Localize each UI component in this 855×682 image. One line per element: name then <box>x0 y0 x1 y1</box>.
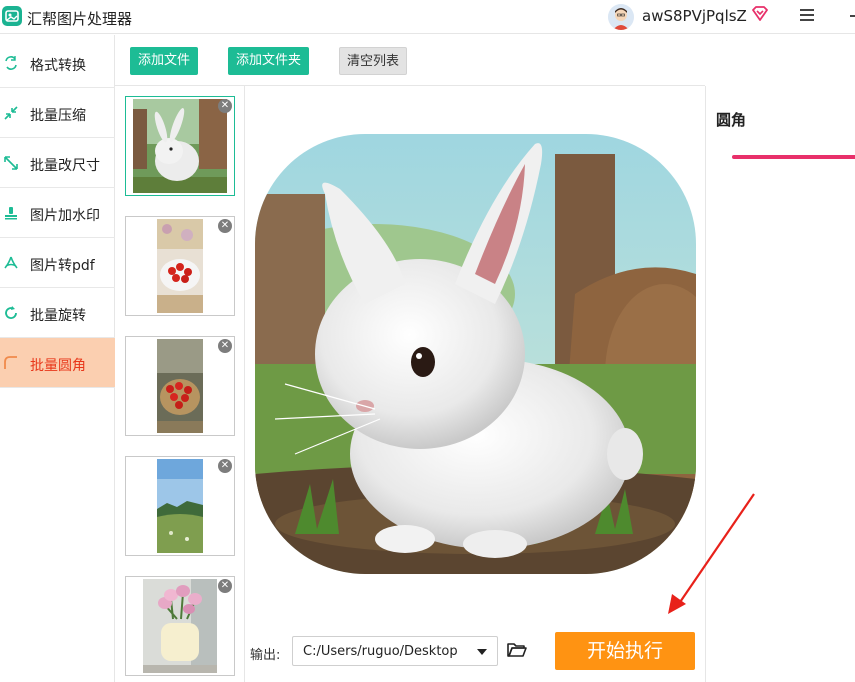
settings-title: 圆角 <box>716 111 747 129</box>
output-path-value: C:/Users/ruguo/Desktop <box>303 644 458 659</box>
username[interactable]: awS8PVjPqlsZ <box>642 7 747 25</box>
minimize-icon[interactable] <box>850 15 855 17</box>
tulip-vase-thumbnail-image <box>143 579 217 673</box>
sidebar-item-label: 批量圆角 <box>30 358 86 374</box>
sidebar: 格式转换 批量压缩 批量改尺寸 图片加水印 图片转pdf 批量旋转 批量圆角 <box>0 35 115 682</box>
sidebar-item-label: 图片加水印 <box>30 208 100 224</box>
watermark-icon <box>5 207 17 220</box>
vip-diamond-icon[interactable] <box>750 4 770 28</box>
round-corner-icon <box>4 356 17 369</box>
app-logo-icon <box>2 6 22 26</box>
remove-thumbnail-icon[interactable]: ✕ <box>218 459 232 473</box>
compress-icon <box>4 106 18 120</box>
rotate-icon <box>5 306 17 319</box>
clear-list-button[interactable]: 清空列表 <box>339 47 407 75</box>
sidebar-item-round-corner[interactable]: 批量圆角 <box>0 338 115 388</box>
corner-radius-slider[interactable] <box>732 155 855 159</box>
output-label: 输出: <box>250 648 281 663</box>
sidebar-item-label: 批量旋转 <box>30 308 86 324</box>
sidebar-item-format-convert[interactable]: 格式转换 <box>0 38 115 88</box>
hill-landscape-thumbnail-image <box>157 459 203 553</box>
menu-icon[interactable] <box>800 9 814 23</box>
start-button[interactable]: 开始执行 <box>555 632 695 670</box>
folder-open-icon[interactable] <box>507 642 527 662</box>
format-convert-icon <box>5 56 17 70</box>
strawberry-plate-thumbnail-image <box>157 219 203 313</box>
thumbnail-hill-landscape[interactable]: ✕ <box>125 456 235 556</box>
thumbnail-tulip-vase[interactable]: ✕ <box>125 576 235 676</box>
app-title: 汇帮图片处理器 <box>27 10 133 28</box>
thumbnail-list[interactable]: ✕ ✕ ✕ ✕ ✕ <box>115 86 245 682</box>
remove-thumbnail-icon[interactable]: ✕ <box>218 99 232 113</box>
sidebar-item-pdf[interactable]: 图片转pdf <box>0 238 115 288</box>
sidebar-item-compress[interactable]: 批量压缩 <box>0 88 115 138</box>
user-avatar[interactable] <box>608 4 634 30</box>
sidebar-item-rotate[interactable]: 批量旋转 <box>0 288 115 338</box>
thumbnail-strawberry-plate[interactable]: ✕ <box>125 216 235 316</box>
rabbit-thumbnail-image <box>133 99 227 193</box>
add-file-button[interactable]: 添加文件 <box>130 47 198 75</box>
output-path-select[interactable]: C:/Users/ruguo/Desktop <box>292 636 498 666</box>
remove-thumbnail-icon[interactable]: ✕ <box>218 219 232 233</box>
thumbnail-strawberry-basket[interactable]: ✕ <box>125 336 235 436</box>
sidebar-item-watermark[interactable]: 图片加水印 <box>0 188 115 238</box>
strawberry-basket-thumbnail-image <box>157 339 203 433</box>
remove-thumbnail-icon[interactable]: ✕ <box>218 339 232 353</box>
sidebar-item-label: 图片转pdf <box>30 258 95 274</box>
sidebar-item-resize[interactable]: 批量改尺寸 <box>0 138 115 188</box>
sidebar-item-label: 格式转换 <box>30 58 86 74</box>
annotation-arrow-icon <box>668 493 755 614</box>
rounded-preview-image <box>255 134 696 574</box>
remove-thumbnail-icon[interactable]: ✕ <box>218 579 232 593</box>
pdf-icon <box>4 256 18 269</box>
resize-icon <box>4 156 18 170</box>
chevron-down-icon[interactable] <box>477 649 487 655</box>
thumbnail-rabbit[interactable]: ✕ <box>125 96 235 196</box>
add-folder-button[interactable]: 添加文件夹 <box>228 47 309 75</box>
sidebar-item-label: 批量改尺寸 <box>30 158 100 174</box>
sidebar-item-label: 批量压缩 <box>30 108 86 124</box>
title-bar: 汇帮图片处理器 awS8PVjPqlsZ <box>0 0 855 34</box>
